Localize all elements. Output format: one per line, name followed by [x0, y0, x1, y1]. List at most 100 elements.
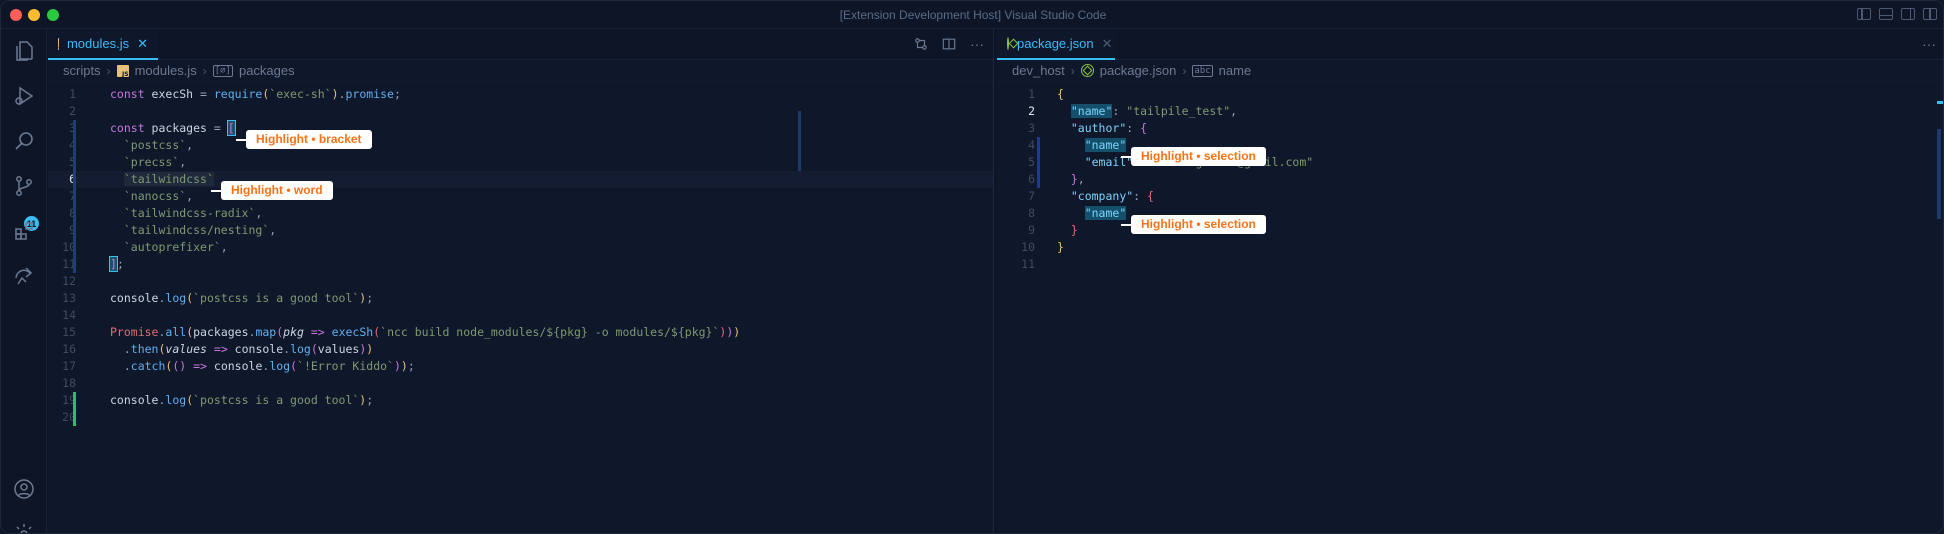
- line-number: 6: [48, 171, 76, 188]
- tab-close-icon[interactable]: ✕: [1102, 36, 1113, 52]
- code-token: execSh: [331, 325, 374, 339]
- code-token: (: [290, 359, 298, 373]
- line-number: 18: [62, 376, 76, 390]
- code-line[interactable]: 15 Promise.all(packages.map(pkg => execSh…: [48, 324, 993, 341]
- code-line[interactable]: 11];: [48, 256, 993, 273]
- code-line[interactable]: 7 `nanocss`,: [48, 188, 993, 205]
- breadcrumb-folder[interactable]: scripts: [63, 63, 101, 78]
- source-control-icon[interactable]: [12, 174, 36, 198]
- scrollbar-thumb-right[interactable]: [1937, 129, 1941, 219]
- code-line[interactable]: 13 console.log(`postcss is a good tool`);: [48, 290, 993, 307]
- code-token: (: [310, 342, 318, 356]
- code-line[interactable]: 3 "author": {: [997, 120, 1943, 137]
- code-line[interactable]: 17 .catch(() => console.log(`!Error Kidd…: [48, 358, 993, 375]
- code-token: console: [234, 342, 284, 356]
- code-line[interactable]: 19 console.log(`postcss is a good tool`);: [48, 392, 993, 409]
- code-text: console.log(`postcss is a good tool`);: [110, 392, 373, 409]
- breadcrumb-symbol[interactable]: name: [1219, 63, 1252, 78]
- code-line[interactable]: 6 `tailwindcss`: [48, 171, 993, 188]
- code-text: .catch(() => console.log(`!Error Kiddo`)…: [110, 358, 415, 375]
- split-editor-icon[interactable]: [941, 36, 957, 52]
- code-line[interactable]: 14: [48, 307, 993, 324]
- code-line[interactable]: 12: [48, 273, 993, 290]
- callout-selection-2: Highlight • selection: [1121, 215, 1266, 234]
- toggle-panel-icon[interactable]: [1879, 8, 1893, 20]
- search-icon[interactable]: [12, 129, 36, 153]
- account-icon[interactable]: [12, 477, 36, 501]
- more-actions-icon[interactable]: ···: [1921, 36, 1937, 52]
- tab-close-icon[interactable]: ✕: [137, 36, 148, 52]
- remote-icon[interactable]: [12, 264, 36, 288]
- explorer-icon[interactable]: [12, 39, 36, 63]
- line-number: 19: [62, 393, 76, 407]
- tab-package-json[interactable]: package.json ✕: [997, 29, 1115, 60]
- open-changes-icon[interactable]: [913, 36, 929, 52]
- code-token: `ncc build node_modules/${pkg} -o module…: [380, 325, 720, 339]
- gutter-modified-mark: [73, 120, 76, 273]
- editor-actions-left: ···: [913, 36, 985, 52]
- code-line[interactable]: 2 "name": "tailpile_test",: [997, 103, 1943, 120]
- toggle-secondary-sidebar-icon[interactable]: [1901, 8, 1915, 20]
- code-token: ,: [1230, 104, 1238, 118]
- line-number: 13: [62, 291, 76, 305]
- breadcrumb-symbol[interactable]: packages: [239, 63, 295, 78]
- callout-bracket: Highlight • bracket: [236, 130, 372, 149]
- code-line[interactable]: 10}: [997, 239, 1943, 256]
- code-line[interactable]: 1 const execSh = require(`exec-sh`).promi…: [48, 86, 993, 103]
- editor-group-left: modules.js ✕ ··· scripts › modules.js › …: [48, 29, 1005, 533]
- line-number: 10: [62, 240, 76, 254]
- code-token: {: [1147, 189, 1154, 203]
- toggle-sidebar-icon[interactable]: [1857, 8, 1871, 20]
- code-line[interactable]: 5 `precss`,: [48, 154, 993, 171]
- code-line[interactable]: 1{: [997, 86, 1943, 103]
- line-number: 2: [1028, 104, 1035, 118]
- code-token: `autoprefixer`: [123, 240, 221, 254]
- settings-gear-icon[interactable]: [12, 522, 36, 533]
- code-token: =: [213, 121, 228, 135]
- tab-label: package.json: [1017, 36, 1094, 51]
- callout-connector: [1121, 223, 1131, 226]
- code-line[interactable]: 18: [48, 375, 993, 392]
- customize-layout-icon[interactable]: [1923, 8, 1937, 20]
- code-line[interactable]: 6 },: [997, 171, 1943, 188]
- code-token: (): [172, 359, 187, 373]
- code-token: ): [393, 359, 401, 373]
- code-line[interactable]: 9 `tailwindcss/nesting`,: [48, 222, 993, 239]
- code-line[interactable]: 11: [997, 256, 1943, 273]
- code-token: =>: [186, 359, 214, 373]
- code-text: ];: [109, 256, 124, 273]
- code-line[interactable]: 16 .then(values => console.log(values)): [48, 341, 993, 358]
- line-number: 8: [1028, 206, 1035, 220]
- code-token: catch: [130, 359, 166, 373]
- breadcrumb-file[interactable]: package.json: [1100, 63, 1177, 78]
- code-line[interactable]: 8 `tailwindcss-radix`,: [48, 205, 993, 222]
- tab-modules-js[interactable]: modules.js ✕: [48, 29, 158, 60]
- code-token: "company": [1070, 189, 1134, 203]
- code-text: `autoprefixer`,: [110, 239, 228, 256]
- code-line[interactable]: 4 `postcss`,: [48, 137, 993, 154]
- run-debug-icon[interactable]: [12, 84, 36, 108]
- code-text: }: [1057, 222, 1078, 239]
- code-line[interactable]: 2: [48, 103, 993, 120]
- more-actions-icon[interactable]: ···: [969, 36, 985, 52]
- code-line[interactable]: 10 `autoprefixer`,: [48, 239, 993, 256]
- callout-selection-label: Highlight • selection: [1131, 215, 1266, 234]
- code-token: log: [290, 342, 311, 356]
- gutter-added-mark: [73, 392, 76, 426]
- breadcrumb-file[interactable]: modules.js: [135, 63, 197, 78]
- extensions-icon[interactable]: [12, 219, 36, 243]
- line-number: 1: [69, 87, 76, 101]
- code-token: "author": [1070, 121, 1127, 135]
- window-title: [Extension Development Host] Visual Stud…: [839, 8, 1107, 22]
- code-line[interactable]: 7 "company": {: [997, 188, 1943, 205]
- code-text: Promise.all(packages.map(pkg => execSh(`…: [110, 324, 740, 341]
- breadcrumb-folder[interactable]: dev_host: [1012, 63, 1065, 78]
- code-line[interactable]: 20: [48, 409, 993, 426]
- code-token: values: [317, 342, 360, 356]
- code-token: ,: [269, 223, 277, 237]
- code-text: const execSh = require(`exec-sh`).promis…: [110, 86, 401, 103]
- code-line[interactable]: 3 const packages = [: [48, 120, 993, 137]
